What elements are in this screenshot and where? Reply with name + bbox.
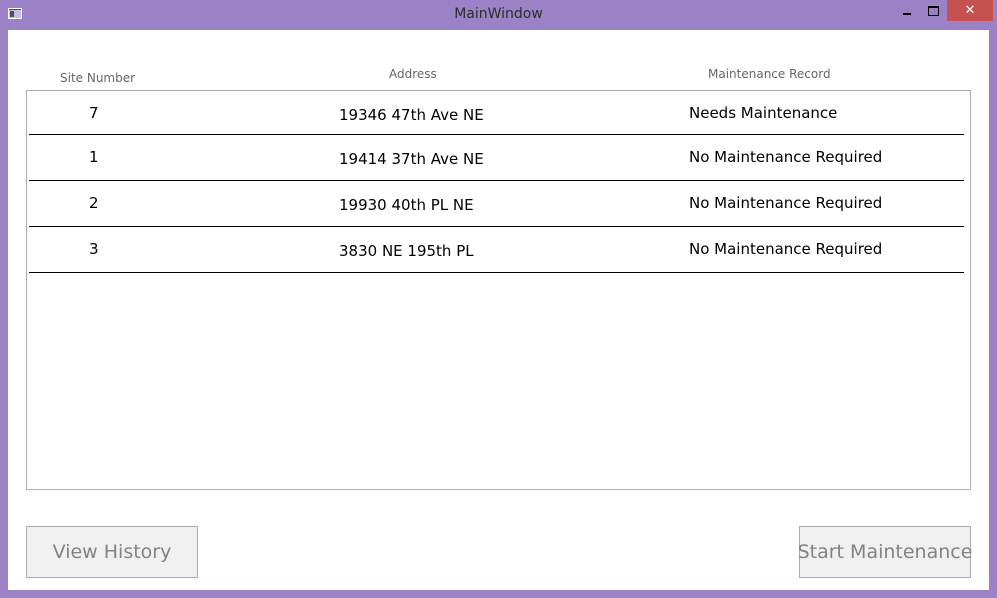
main-window: MainWindow ✕ Site Number Address Mainten…	[0, 0, 997, 598]
site-list[interactable]: 7 19346 47th Ave NE Needs Maintenance 1 …	[26, 90, 971, 490]
address-cell: 19930 40th PL NE	[339, 196, 474, 214]
minimize-icon	[903, 12, 911, 15]
minimize-button[interactable]	[895, 0, 919, 21]
column-header-site-number: Site Number	[60, 71, 136, 85]
site-number-cell: 7	[89, 104, 99, 122]
maximize-button[interactable]	[921, 0, 945, 21]
list-item[interactable]: 1 19414 37th Ave NE No Maintenance Requi…	[29, 135, 964, 181]
address-cell: 19414 37th Ave NE	[339, 150, 484, 168]
view-history-button[interactable]: View History	[26, 526, 198, 578]
site-number-cell: 3	[89, 240, 99, 258]
close-button[interactable]: ✕	[947, 0, 993, 21]
start-maintenance-button[interactable]: Start Maintenance	[798, 526, 972, 578]
maximize-icon	[927, 5, 939, 16]
maintenance-record-cell: No Maintenance Required	[689, 194, 883, 212]
list-item[interactable]: 3 3830 NE 195th PL No Maintenance Requir…	[29, 227, 964, 273]
maintenance-record-cell: No Maintenance Required	[689, 148, 883, 166]
column-header-maintenance-record: Maintenance Record	[708, 67, 831, 81]
list-item[interactable]: 2 19930 40th PL NE No Maintenance Requir…	[29, 181, 964, 227]
close-icon: ✕	[964, 3, 976, 18]
site-number-cell: 2	[89, 194, 99, 212]
list-item[interactable]: 7 19346 47th Ave NE Needs Maintenance	[29, 91, 964, 135]
maintenance-record-cell: No Maintenance Required	[689, 240, 883, 258]
site-number-cell: 1	[89, 148, 99, 166]
maintenance-record-cell: Needs Maintenance	[689, 104, 838, 122]
window-title: MainWindow	[454, 6, 543, 22]
column-header-address: Address	[389, 67, 437, 81]
title-bar[interactable]: MainWindow ✕	[0, 0, 997, 30]
address-cell: 3830 NE 195th PL	[339, 242, 474, 260]
client-area: Site Number Address Maintenance Record 7…	[8, 30, 989, 590]
address-cell: 19346 47th Ave NE	[339, 106, 484, 124]
